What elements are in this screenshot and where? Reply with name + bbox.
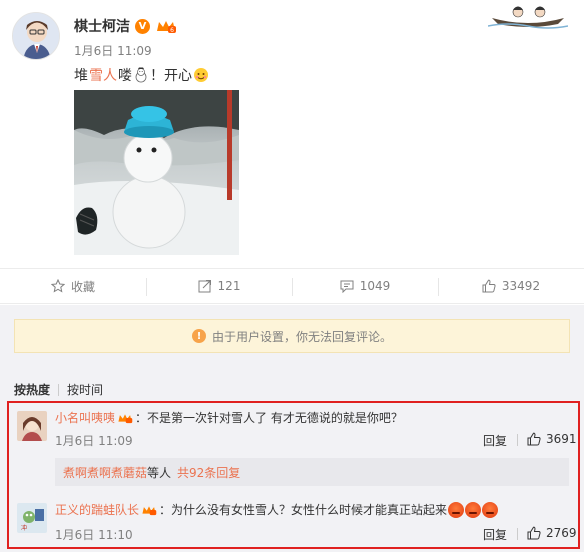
post-text-part: 堆 (74, 68, 88, 84)
repost-button[interactable]: 121 (146, 269, 292, 303)
divider (517, 528, 518, 540)
vip-level-icon: 6 (157, 21, 176, 33)
svg-text:冲: 冲 (21, 524, 27, 532)
post-photo-snowman[interactable] (74, 90, 239, 255)
comment-time: 1月6日 11:09 (55, 434, 133, 448)
favorite-label: 收藏 (70, 279, 95, 294)
sub-reply-mid: 等人 (147, 465, 172, 480)
commenter-name[interactable]: 小名叫咦咦 (55, 409, 115, 426)
comment-body: 小名叫咦咦 ：不是第一次针对雪人了 有才无德说的就是你吧？ (55, 409, 403, 426)
thumbs-up-icon (527, 432, 541, 446)
sub-reply-user[interactable]: 煮啊煮啊煮蘑菇 (63, 464, 147, 481)
comment-text: ：不是第一次针对雪人了 有才无德说的就是你吧？ (135, 411, 403, 425)
sort-divider (58, 383, 60, 396)
comment-count: 1049 (359, 279, 391, 293)
post-text: 堆 雪人 喽 ！开心 (74, 65, 209, 85)
comment-like-button[interactable]: 3691 (527, 432, 577, 446)
angry-face-emoji-icon (448, 501, 465, 518)
snowman-emoji-icon (135, 67, 147, 83)
reply-button[interactable]: 回复 (483, 526, 507, 543)
tab-sort-time[interactable]: 按时间 (67, 381, 103, 398)
verified-v-icon: V (135, 18, 150, 34)
star-icon (50, 279, 65, 293)
comment-icon (340, 280, 354, 293)
repost-icon (198, 280, 211, 293)
like-count: 33492 (501, 279, 541, 293)
comment-button[interactable]: 1049 (292, 269, 438, 303)
commenter-avatar[interactable] (17, 411, 47, 441)
comment-like-button[interactable]: 2769 (527, 526, 577, 540)
thumbs-up-icon (527, 526, 541, 540)
author-name[interactable]: 棋士柯洁 (74, 16, 130, 36)
lock-icon: ! (191, 329, 206, 343)
favorite-button[interactable]: 收藏 (0, 269, 146, 303)
author-row: 棋士柯洁 V 6 (74, 16, 177, 36)
topic-link-snowman[interactable]: 雪人 (89, 65, 117, 85)
post-time[interactable]: 1月6日 11:09 (74, 42, 152, 59)
highlighted-comments: 小名叫咦咦 ：不是第一次针对雪人了 有才无德说的就是你吧？ 1月6日 11:09… (7, 401, 580, 549)
repost-count: 121 (217, 279, 241, 293)
thumbs-up-icon (482, 279, 496, 293)
svg-text:6: 6 (170, 27, 174, 33)
vip-level-icon (118, 413, 133, 423)
weibo-post: 棋士柯洁 V 6 1月6日 11:09 堆 雪人 喽 ！开心 (0, 0, 584, 268)
comment-like-count: 2769 (546, 526, 577, 540)
sub-reply-more-link[interactable]: 共92条回复 (177, 464, 240, 481)
post-text-part: 喽 (118, 68, 132, 84)
sub-reply-summary[interactable]: 煮啊煮啊煮蘑菇 等人 共92条回复 (55, 458, 569, 486)
like-button[interactable]: 33492 (438, 269, 584, 303)
reply-disabled-notice: ! 由于用户设置，你无法回复评论。 (14, 319, 570, 353)
commenter-name[interactable]: 正义的踹蛙队长 (55, 501, 139, 518)
post-text-part: ！开心 (150, 68, 192, 84)
comment-text: ：为什么没有女性雪人？女性什么时候才能真正站起来 (159, 503, 448, 517)
happy-face-emoji-icon (194, 68, 208, 82)
comment-time: 1月6日 11:10 (55, 528, 133, 542)
tab-sort-hot[interactable]: 按热度 (14, 381, 50, 398)
vip-level-icon (142, 505, 157, 515)
reply-button[interactable]: 回复 (483, 432, 507, 449)
comment-body: 正义的踹蛙队长 ：为什么没有女性雪人？女性什么时候才能真正站起来 (55, 501, 499, 518)
comment-sort-tabs: 按热度 按时间 (14, 381, 103, 398)
comment-area: ! 由于用户设置，你无法回复评论。 按热度 按时间 小名叫咦咦 ：不是第一次针对… (0, 305, 584, 552)
post-action-bar: 收藏 121 1049 33492 (0, 268, 584, 304)
decoration-boat-icon (488, 6, 568, 29)
angry-face-emoji-icon (465, 501, 482, 518)
notice-text: 由于用户设置，你无法回复评论。 (211, 329, 392, 344)
author-avatar[interactable] (12, 12, 60, 60)
comment-like-count: 3691 (546, 432, 577, 446)
divider (517, 434, 518, 446)
angry-face-emoji-icon (482, 501, 499, 518)
commenter-avatar[interactable]: 冲 (17, 503, 47, 533)
